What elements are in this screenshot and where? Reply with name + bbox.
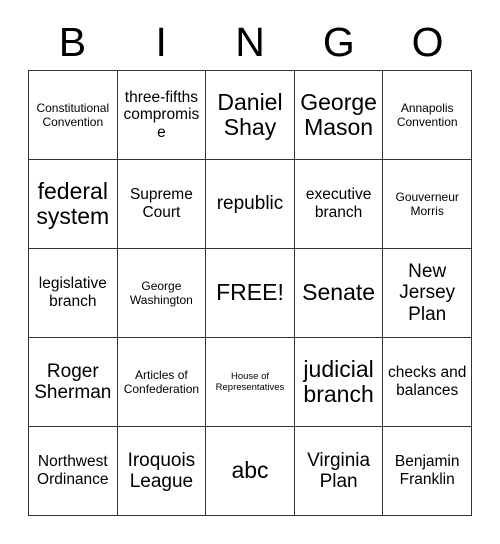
- bingo-cell[interactable]: federal system: [29, 160, 118, 249]
- bingo-cell-label: republic: [216, 193, 284, 215]
- bingo-cell-label: New Jersey Plan: [399, 261, 456, 325]
- bingo-cell-label: Annapolis Convention: [396, 100, 458, 129]
- bingo-cell-label: George Washington: [129, 278, 193, 307]
- bingo-cell-label: Iroquois League: [127, 449, 196, 492]
- bingo-cell[interactable]: Articles of Confederation: [117, 338, 207, 427]
- bingo-cell-label: Benjamin Franklin: [394, 453, 460, 488]
- bingo-grid: Constitutional Convention three-fifths c…: [28, 70, 472, 516]
- bingo-header-letter-b: B: [58, 18, 87, 65]
- bingo-header: B I N G O: [28, 14, 472, 70]
- bingo-cell[interactable]: Benjamin Franklin: [383, 427, 472, 516]
- bingo-cell[interactable]: Supreme Court: [117, 160, 207, 249]
- bingo-cell[interactable]: checks and balances: [383, 338, 472, 427]
- bingo-free-label: FREE!: [216, 279, 284, 306]
- bingo-cell[interactable]: Senate: [294, 249, 384, 338]
- bingo-cell[interactable]: republic: [206, 160, 295, 249]
- bingo-cell-label: legislative branch: [38, 275, 107, 310]
- bingo-cell[interactable]: House of Representatives: [206, 338, 295, 427]
- bingo-cell[interactable]: three-fifths compromise: [117, 71, 207, 160]
- bingo-cell-label: Constitutional Convention: [36, 100, 110, 129]
- bingo-free-cell[interactable]: FREE!: [206, 249, 295, 338]
- bingo-cell-label: Supreme Court: [129, 186, 193, 221]
- bingo-cell-label: George Mason: [300, 88, 377, 140]
- bingo-cell[interactable]: George Mason: [294, 71, 384, 160]
- bingo-cell[interactable]: abc: [206, 427, 295, 516]
- bingo-header-letter-i: I: [155, 18, 167, 65]
- bingo-header-letter-g: G: [322, 18, 355, 65]
- bingo-cell[interactable]: judicial branch: [294, 338, 384, 427]
- bingo-cell-label: Senate: [302, 279, 376, 306]
- bingo-cell-label: three-fifths compromise: [123, 88, 200, 141]
- bingo-cell-label: House of Representatives: [215, 370, 285, 393]
- bingo-cell-label: Roger Sherman: [34, 360, 112, 403]
- bingo-cell[interactable]: New Jersey Plan: [383, 249, 472, 338]
- bingo-cell-label: checks and balances: [387, 364, 467, 399]
- bingo-cell-label: Gouverneur Morris: [395, 189, 459, 218]
- bingo-cell[interactable]: Constitutional Convention: [29, 71, 118, 160]
- bingo-cell[interactable]: Roger Sherman: [29, 338, 118, 427]
- bingo-header-letter-n: N: [235, 18, 265, 65]
- bingo-cell[interactable]: George Washington: [117, 249, 207, 338]
- bingo-cell-label: Articles of Confederation: [123, 367, 200, 396]
- bingo-card: B I N G O Constitutional Convention thre…: [28, 14, 472, 516]
- bingo-cell[interactable]: Annapolis Convention: [383, 71, 472, 160]
- bingo-cell-label: abc: [231, 457, 269, 484]
- bingo-cell-label: executive branch: [305, 186, 372, 221]
- bingo-cell[interactable]: Northwest Ordinance: [29, 427, 118, 516]
- bingo-cell[interactable]: executive branch: [294, 160, 384, 249]
- bingo-cell[interactable]: Virginia Plan: [294, 427, 384, 516]
- bingo-cell[interactable]: legislative branch: [29, 249, 118, 338]
- bingo-cell-label: Northwest Ordinance: [37, 453, 109, 488]
- bingo-cell[interactable]: Gouverneur Morris: [383, 160, 472, 249]
- bingo-cell-label: federal system: [36, 177, 110, 229]
- bingo-cell[interactable]: Iroquois League: [117, 427, 207, 516]
- bingo-header-letter-o: O: [411, 18, 444, 65]
- bingo-cell-label: Virginia Plan: [307, 449, 371, 492]
- bingo-cell-label: Daniel Shay: [217, 88, 283, 140]
- bingo-cell-label: judicial branch: [303, 355, 374, 407]
- bingo-cell[interactable]: Daniel Shay: [206, 71, 295, 160]
